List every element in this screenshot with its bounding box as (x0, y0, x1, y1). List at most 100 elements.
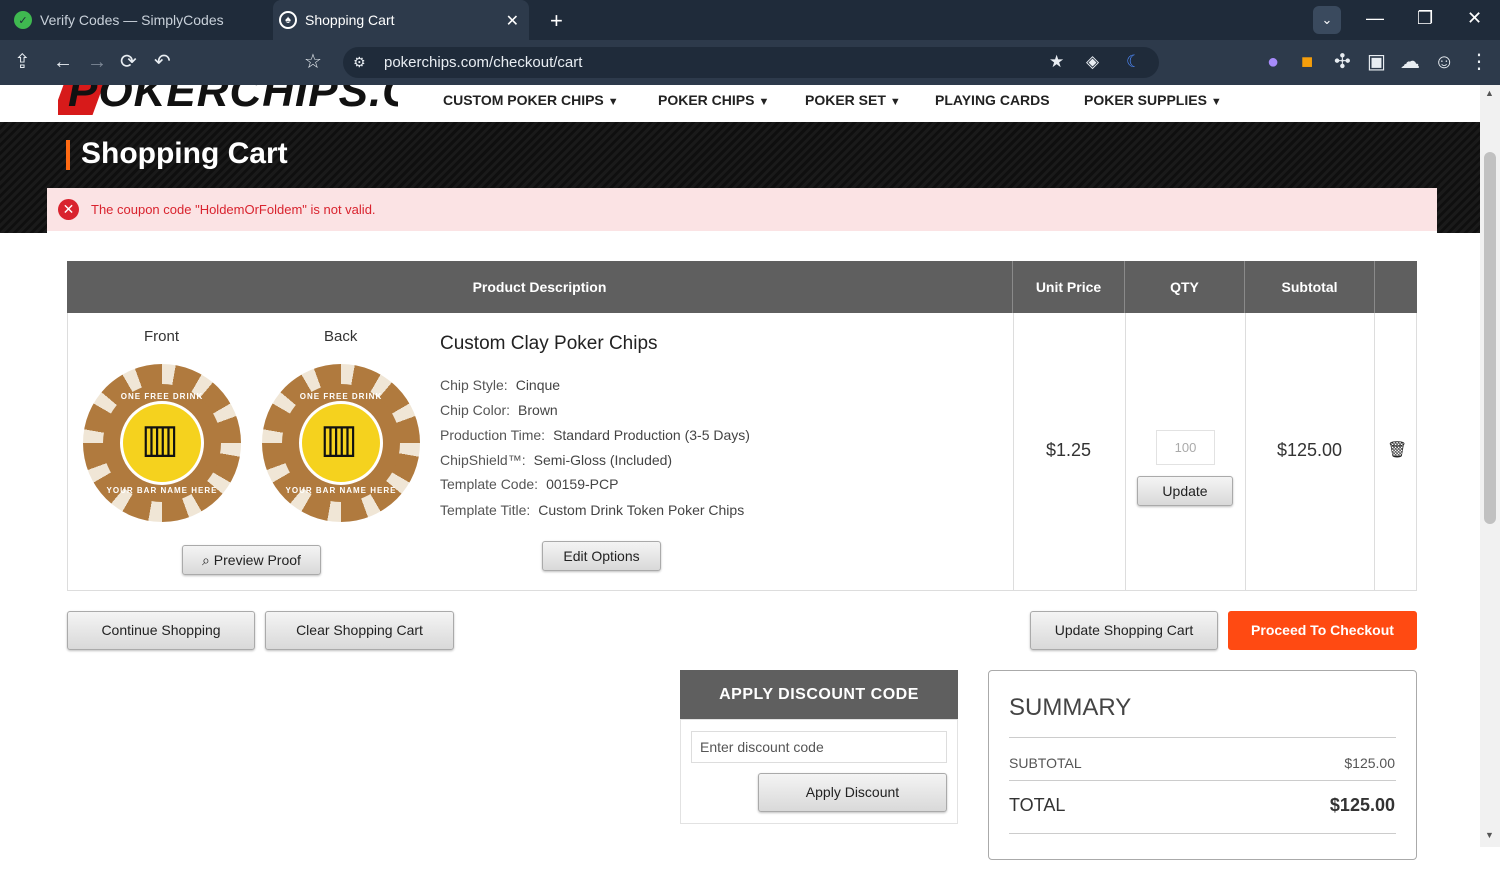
option-value: Standard Production (3-5 Days) (553, 427, 750, 443)
nav-poker-set[interactable]: POKER SET ▼ (805, 92, 901, 108)
option-template-code: Template Code: 00159-PCP (440, 476, 618, 492)
extensions-puzzle-icon[interactable]: ✣ (1334, 51, 1351, 73)
nav-label: PLAYING CARDS (935, 92, 1050, 108)
extension-purple-icon[interactable]: ● (1267, 51, 1279, 73)
title-accent-bar (66, 140, 70, 170)
summary-divider (1009, 780, 1396, 781)
close-tab-icon[interactable]: ✕ (506, 11, 519, 31)
option-label: Chip Color: (440, 402, 511, 418)
column-divider (1374, 313, 1375, 591)
column-divider (1125, 313, 1126, 591)
option-value: Semi-Gloss (Included) (533, 452, 673, 468)
trash-icon[interactable]: 🗑 (1387, 440, 1407, 460)
tab-title: Verify Codes — SimplyCodes (40, 12, 224, 28)
back-icon[interactable]: ← (53, 51, 73, 73)
nav-custom-poker-chips[interactable]: CUSTOM POKER CHIPS ▼ (443, 92, 619, 108)
beer-mug-icon: ▥ (320, 417, 358, 461)
qty-input[interactable]: 100 (1156, 430, 1215, 465)
nav-label: POKER SUPPLIES (1084, 92, 1207, 108)
option-label: Chip Style: (440, 377, 508, 393)
discount-heading: APPLY DISCOUNT CODE (680, 670, 958, 719)
magnifier-icon: ⌕ (202, 552, 210, 568)
continue-shopping-button[interactable]: Continue Shopping (67, 611, 255, 650)
scrollbar-thumb[interactable] (1484, 152, 1496, 524)
discount-code-input[interactable]: Enter discount code (691, 731, 947, 763)
preview-proof-button[interactable]: ⌕ Preview Proof (182, 545, 321, 575)
front-label: Front (144, 328, 180, 345)
page-title: Shopping Cart (81, 137, 288, 170)
summary-subtotal-value: $125.00 (1344, 755, 1395, 771)
proceed-to-checkout-button[interactable]: Proceed To Checkout (1228, 611, 1417, 650)
nav-label: POKER SET (805, 92, 886, 108)
chip-back-image[interactable]: ▥ ONE FREE DRINK YOUR BAR NAME HERE (262, 364, 420, 522)
header-unit-price: Unit Price (1013, 261, 1125, 313)
summary-divider (1009, 833, 1396, 834)
header-qty: QTY (1125, 261, 1245, 313)
edit-options-button[interactable]: Edit Options (542, 541, 661, 571)
nav-poker-chips[interactable]: POKER CHIPS ▼ (658, 92, 769, 108)
restore-icon[interactable]: ❐ (1417, 8, 1433, 29)
forward-icon[interactable]: → (87, 51, 107, 73)
option-chipshield: ChipShield™: Semi-Gloss (Included) (440, 452, 672, 468)
chip-bottom-text: YOUR BAR NAME HERE (285, 486, 397, 495)
reload-icon[interactable]: ⟳ (120, 51, 137, 73)
tab-shopping-cart[interactable]: ♠ Shopping Cart ✕ (273, 0, 529, 40)
option-chip-color: Chip Color: Brown (440, 402, 558, 418)
preview-proof-label: Preview Proof (213, 552, 301, 568)
caret-down-icon: ▼ (1210, 96, 1222, 108)
update-qty-button[interactable]: Update (1137, 476, 1233, 506)
tab-title: Shopping Cart (305, 12, 395, 28)
tab-verify-codes[interactable]: ✓ Verify Codes — SimplyCodes (0, 0, 270, 40)
browser-menu-icon[interactable]: ⋮ (1469, 51, 1489, 73)
browser-tab-strip: ✓ Verify Codes — SimplyCodes ♠ Shopping … (0, 0, 1500, 40)
address-bar[interactable]: ⚙ pokerchips.com/checkout/cart ★ ◈ ☾ (343, 47, 1159, 78)
summary-title: SUMMARY (1009, 694, 1132, 721)
option-label: Template Title: (440, 502, 531, 518)
undo-icon[interactable]: ↶ (154, 51, 171, 73)
site-info-icon[interactable]: ⚙ (353, 54, 366, 71)
side-panel-icon[interactable]: ▣ (1367, 51, 1386, 73)
chip-bottom-text: YOUR BAR NAME HERE (106, 486, 218, 495)
option-production-time: Production Time: Standard Production (3-5… (440, 427, 750, 443)
chip-top-text: ONE FREE DRINK (299, 392, 383, 401)
bookmark-star-icon[interactable]: ☆ (304, 51, 322, 73)
layers-extension-icon[interactable]: ◈ (1086, 52, 1099, 72)
address-url: pokerchips.com/checkout/cart (384, 54, 583, 71)
scroll-down-arrow-icon[interactable]: ▼ (1485, 830, 1494, 840)
summary-total-value: $125.00 (1329, 795, 1395, 815)
tab-search-icon[interactable]: ⌄ (1313, 6, 1341, 34)
new-tab-icon[interactable]: + (550, 8, 563, 34)
close-window-icon[interactable]: ✕ (1467, 8, 1482, 29)
cloud-upload-icon[interactable]: ☁ (1400, 51, 1420, 73)
profile-avatar-icon[interactable]: ☺ (1434, 51, 1454, 73)
scroll-up-arrow-icon[interactable]: ▲ (1485, 88, 1494, 98)
clear-cart-button[interactable]: Clear Shopping Cart (265, 611, 454, 650)
chip-front-image[interactable]: ▥ ONE FREE DRINK YOUR BAR NAME HERE (83, 364, 241, 522)
product-name: Custom Clay Poker Chips (440, 333, 658, 354)
save-page-icon[interactable]: ⇪ (14, 51, 31, 73)
back-label: Back (324, 328, 358, 345)
header-subtotal: Subtotal (1245, 261, 1375, 313)
option-value: Cinque (515, 377, 561, 393)
star-icon[interactable]: ★ (1049, 52, 1064, 72)
option-chip-style: Chip Style: Cinque (440, 377, 560, 393)
nav-poker-supplies[interactable]: POKER SUPPLIES ▼ (1084, 92, 1222, 108)
minimize-icon[interactable]: — (1366, 8, 1384, 29)
nav-label: POKER CHIPS (658, 92, 755, 108)
option-template-title: Template Title: Custom Drink Token Poker … (440, 502, 744, 518)
extension-orange-icon[interactable]: ■ (1301, 51, 1313, 73)
dark-mode-moon-icon[interactable]: ☾ (1126, 52, 1141, 72)
error-message: The coupon code "HoldemOrFoldem" is not … (91, 202, 376, 217)
caret-down-icon: ▼ (889, 96, 901, 108)
apply-discount-button[interactable]: Apply Discount (758, 773, 947, 812)
option-value: Custom Drink Token Poker Chips (538, 502, 745, 518)
option-value: Brown (518, 402, 558, 418)
update-cart-button[interactable]: Update Shopping Cart (1030, 611, 1218, 650)
column-divider (1013, 313, 1014, 591)
item-subtotal: $125.00 (1277, 440, 1343, 460)
logo-text: POKERCHIPS.COM (68, 85, 398, 115)
header-product-description: Product Description (67, 261, 1013, 313)
site-logo[interactable]: POKERCHIPS.COM (58, 85, 398, 115)
nav-playing-cards[interactable]: PLAYING CARDS (935, 92, 1050, 108)
option-label: Template Code: (440, 476, 539, 492)
